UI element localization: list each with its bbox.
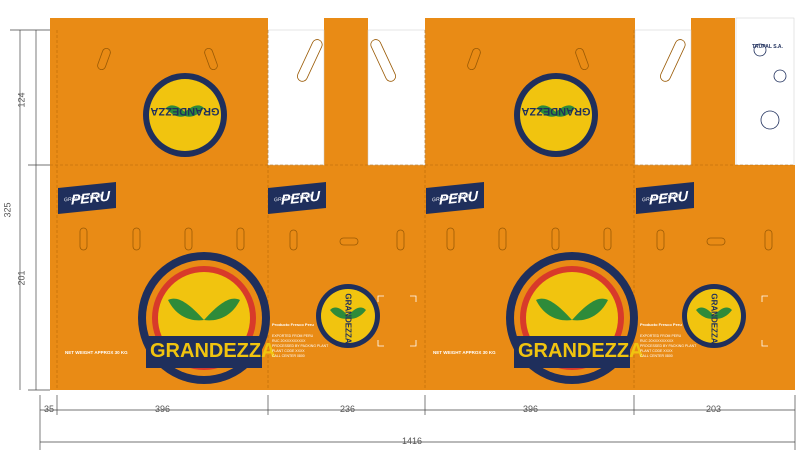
dim-height-total: 325 bbox=[2, 202, 13, 218]
dim-glue: 35 bbox=[44, 404, 55, 414]
dim-panel2: 236 bbox=[340, 404, 356, 414]
dim-panel3: 396 bbox=[523, 404, 539, 414]
brand-name-flap-1: GRANDEZZA bbox=[150, 105, 220, 117]
company-name: TRUPAL S.A. bbox=[752, 44, 783, 50]
dim-top-flap: 124 bbox=[16, 92, 27, 108]
dieline-diagram: 124 325 201 35 396 236 396 203 1416 GROW… bbox=[0, 0, 796, 461]
brand-name-side-1: GRANDEZZA bbox=[343, 293, 353, 344]
brand-name-2: GRANDEZZA bbox=[518, 340, 644, 362]
product-label-2: Producto Fresco Peru bbox=[640, 322, 682, 327]
dieline-svg bbox=[10, 17, 796, 450]
origin-country: PERU bbox=[281, 187, 320, 208]
origin-country: PERU bbox=[439, 187, 478, 208]
brand-name-side-2: GRANDEZZA bbox=[709, 293, 719, 344]
origin-country: PERU bbox=[71, 187, 110, 208]
brand-name-flap-2: GRANDEZZA bbox=[521, 105, 591, 117]
big-logo-1 bbox=[138, 252, 270, 384]
info-line: CALL CENTER 0800 bbox=[640, 354, 673, 358]
info-line: CALL CENTER 0800 bbox=[272, 354, 305, 358]
info-block-1: EXPORTED FROM PERU RUC 20XXXXXXXXX PROCE… bbox=[272, 334, 328, 359]
dim-panel1: 396 bbox=[155, 404, 171, 414]
big-logo-2 bbox=[506, 252, 638, 384]
brand-name-1: GRANDEZZA bbox=[150, 340, 276, 362]
net-weight-1: NET WEIGHT APPROX 30 KG bbox=[65, 350, 128, 355]
dim-panel4: 203 bbox=[706, 404, 722, 414]
net-weight-2: NET WEIGHT APPROX 30 KG bbox=[433, 350, 496, 355]
origin-country: PERU bbox=[649, 187, 688, 208]
info-block-2: EXPORTED FROM PERU RUC 20XXXXXXXXX PROCE… bbox=[640, 334, 696, 359]
dim-overall: 1416 bbox=[402, 436, 423, 446]
dim-body: 201 bbox=[16, 270, 27, 286]
product-label-1: Producto Fresco Peru bbox=[272, 322, 314, 327]
